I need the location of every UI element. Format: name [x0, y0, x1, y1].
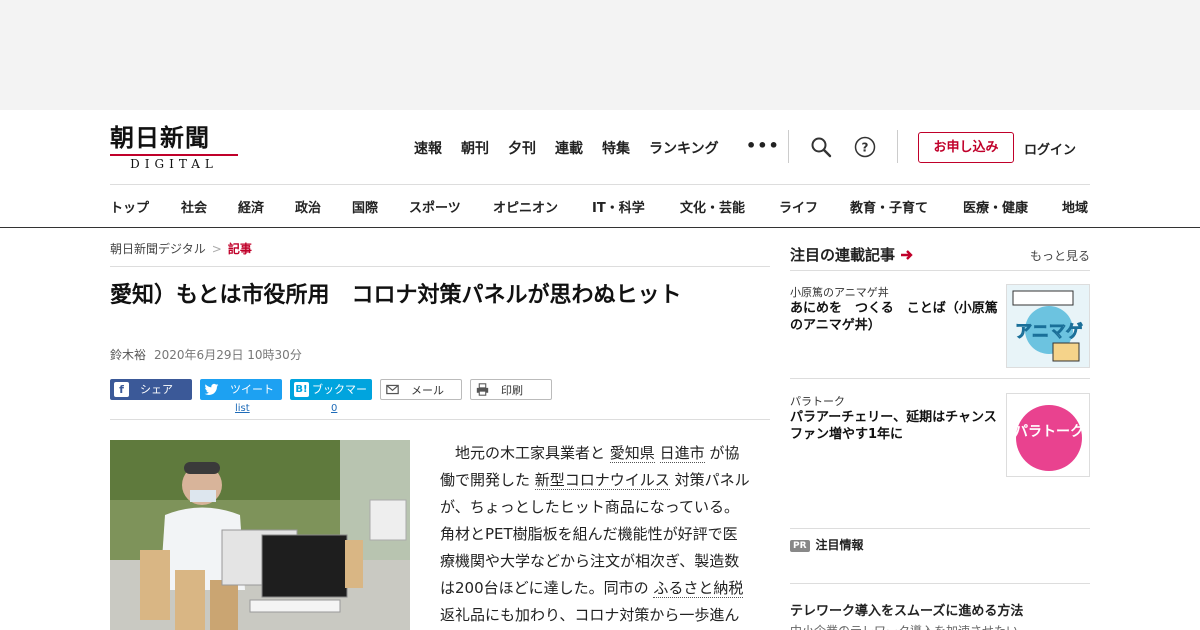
article-paragraph: 地元の木工家具業者と 愛知県 日進市 が協働で開発した 新型コロナウイルス 対策…	[440, 440, 752, 630]
hatena-icon: B!	[294, 382, 309, 397]
divider	[790, 528, 1090, 529]
cat-education[interactable]: 教育・子育て	[850, 197, 928, 216]
search-icon[interactable]	[810, 136, 832, 158]
hatena-bookmark-label: ブックマーク	[312, 383, 367, 417]
nav-choukan[interactable]: 朝刊	[461, 138, 489, 158]
facebook-share-button[interactable]: f シェア	[110, 379, 192, 400]
twitter-share-label: ツイート	[230, 383, 274, 396]
twitter-icon	[204, 382, 219, 397]
twitter-count[interactable]: list	[235, 403, 250, 414]
nav-rensai[interactable]: 連載	[555, 138, 583, 158]
hatena-count[interactable]: 0	[331, 403, 337, 414]
pr-header: PR 注目情報	[790, 536, 864, 553]
keyword-link-nisshin[interactable]: 日進市	[659, 444, 705, 463]
sidebar-more-link[interactable]: もっと見る	[1030, 247, 1090, 264]
twitter-share-button[interactable]: ツイート	[200, 379, 282, 400]
thumbnail-lettering: アニマゲ	[1015, 321, 1083, 342]
article-headline: 愛知）もとは市役所用 コロナ対策パネルが思わぬヒット	[110, 283, 682, 308]
nav-ranking[interactable]: ランキング	[649, 138, 719, 158]
login-link[interactable]: ログイン	[1024, 139, 1076, 158]
keyword-link-covid[interactable]: 新型コロナウイルス	[534, 471, 670, 490]
category-nav: トップ 社会 経済 政治 国際 スポーツ オピニオン IT・科学 文化・芸能 ラ…	[110, 184, 1090, 227]
cat-society[interactable]: 社会	[181, 197, 207, 216]
print-button[interactable]: 印刷	[470, 379, 552, 400]
cat-sports[interactable]: スポーツ	[409, 197, 461, 216]
help-icon[interactable]: ?	[854, 136, 876, 158]
breadcrumb: 朝日新聞デジタル > 記事	[110, 240, 252, 257]
article-author: 鈴木裕	[110, 348, 147, 362]
sidebar-item-title[interactable]: パラアーチェリー、延期はチャンス ファン増やす1年に	[790, 409, 1010, 443]
sidebar-title-text: 注目の連載記事	[790, 246, 896, 264]
breadcrumb-current: 記事	[227, 242, 252, 256]
more-menu-button[interactable]: •••	[746, 136, 780, 155]
pr-item-title[interactable]: テレワーク導入をスムーズに進める方法	[790, 600, 1023, 619]
pr-label: 注目情報	[815, 538, 864, 552]
cat-politics[interactable]: 政治	[295, 197, 321, 216]
cat-economy[interactable]: 経済	[238, 197, 264, 216]
mail-share-button[interactable]: メール	[380, 379, 462, 400]
sidebar-item-thumbnail[interactable]: アニマゲ	[1006, 284, 1090, 368]
signup-button[interactable]: お申し込み	[918, 132, 1014, 163]
cat-culture[interactable]: 文化・芸能	[680, 197, 745, 216]
article-body: 地元の木工家具業者と 愛知県 日進市 が協働で開発した 新型コロナウイルス 対策…	[440, 440, 752, 630]
divider	[790, 583, 1090, 584]
article-date: 2020年6月29日 10時30分	[154, 348, 302, 362]
divider	[897, 130, 898, 163]
sidebar-item-title[interactable]: あにめを つくる ことば（小原篤のアニマゲ丼）	[790, 300, 1002, 334]
pr-item-subtitle[interactable]: 中小企業のテレワーク導入を加速させたい	[790, 622, 1018, 630]
sidebar-title[interactable]: 注目の連載記事	[790, 244, 914, 265]
sidebar-item-tag[interactable]: パラトーク	[790, 393, 845, 409]
divider	[790, 378, 1090, 379]
print-label: 印刷	[501, 384, 523, 397]
divider	[110, 419, 770, 420]
body-text-segment: 地元の木工家具業者と	[455, 444, 606, 462]
ad-banner-area	[0, 0, 1200, 110]
nav-yuukan[interactable]: 夕刊	[508, 138, 536, 158]
article-photo[interactable]	[110, 440, 410, 630]
svg-text:?: ?	[862, 141, 869, 155]
mail-share-label: メール	[411, 384, 444, 397]
site-logo[interactable]: 朝日新聞 DIGITAL	[110, 124, 242, 171]
sidebar-item-tag[interactable]: 小原篤のアニマゲ丼	[790, 284, 889, 300]
print-icon	[475, 383, 490, 398]
facebook-share-label: シェア	[140, 383, 173, 396]
logo-main-text: 朝日新聞	[110, 123, 210, 152]
breadcrumb-home[interactable]: 朝日新聞デジタル	[110, 242, 206, 256]
cat-it-science[interactable]: IT・科学	[592, 197, 645, 216]
nav-bottom-rule	[0, 227, 1200, 228]
hatena-bookmark-button[interactable]: B! ブックマーク	[290, 379, 372, 417]
cat-top[interactable]: トップ	[110, 197, 149, 216]
divider	[788, 130, 789, 163]
sidebar-item-thumbnail[interactable]: パラトーク	[1006, 393, 1090, 477]
logo-sub-text: DIGITAL	[110, 154, 238, 171]
keyword-link-aichi[interactable]: 愛知県	[609, 444, 655, 463]
cat-international[interactable]: 国際	[352, 197, 378, 216]
site-header: 朝日新聞 DIGITAL 速報 朝刊 夕刊 連載 特集 ランキング ••• ? …	[0, 110, 1200, 184]
breadcrumb-separator: >	[211, 242, 222, 256]
divider	[790, 270, 1090, 271]
cat-local[interactable]: 地域	[1062, 197, 1088, 216]
nav-tokushu[interactable]: 特集	[602, 138, 630, 158]
keyword-link-furusato[interactable]: ふるさと納税	[653, 579, 744, 598]
arrow-right-icon	[901, 250, 913, 260]
cat-opinion[interactable]: オピニオン	[493, 197, 558, 216]
nav-sokuhou[interactable]: 速報	[414, 138, 442, 158]
article-byline: 鈴木裕 2020年6月29日 10時30分	[110, 346, 302, 363]
cat-health[interactable]: 医療・健康	[963, 197, 1028, 216]
mail-icon	[385, 383, 400, 398]
divider	[110, 266, 770, 267]
top-nav: 速報 朝刊 夕刊 連載 特集 ランキング	[414, 138, 738, 158]
body-text-segment: 返礼品にも加わり、コロナ対策から一歩進んでビジネスチャンスに	[440, 606, 740, 624]
thumbnail-lettering: パラトーク	[1014, 424, 1084, 440]
cat-life[interactable]: ライフ	[779, 197, 818, 216]
facebook-icon: f	[114, 382, 129, 397]
pr-badge: PR	[790, 540, 810, 552]
